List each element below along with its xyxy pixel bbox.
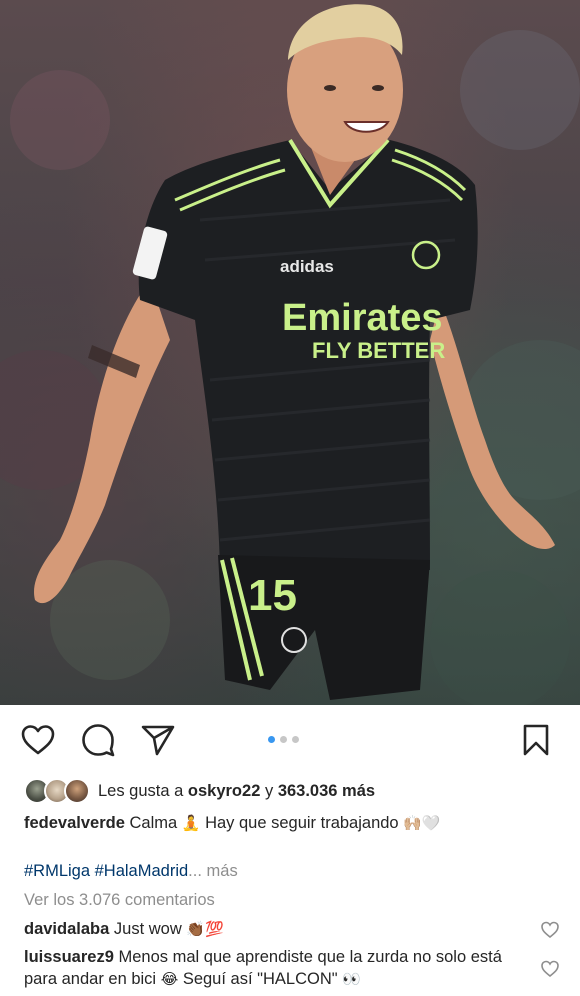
caption-emoji-2: 🙌🏼🤍 bbox=[403, 814, 441, 832]
share-button[interactable] bbox=[140, 722, 176, 758]
caption-text-2: Hay que seguir trabajando bbox=[205, 814, 399, 832]
comment-emoji: 😂 bbox=[160, 970, 179, 988]
save-button[interactable] bbox=[518, 722, 554, 758]
comment-text-2: Seguí así "HALCON" bbox=[182, 970, 338, 988]
liker-username[interactable]: oskyro22 bbox=[188, 780, 260, 802]
jersey-sponsor-line2: FLY BETTER bbox=[312, 338, 445, 363]
view-comments-link[interactable]: Ver los 3.076 comentarios bbox=[24, 889, 560, 911]
comment-text: Just wow bbox=[113, 920, 182, 938]
caption-ellipsis: ... bbox=[188, 862, 202, 880]
comment-like-heart-icon[interactable] bbox=[540, 920, 560, 940]
avatar bbox=[64, 778, 90, 804]
likes-middle: y bbox=[264, 782, 274, 800]
likes-prefix: Les gusta a bbox=[98, 782, 184, 800]
heart-icon bbox=[21, 725, 55, 755]
caption: fedevalverde Calma 🧘 Hay que seguir trab… bbox=[24, 812, 560, 834]
action-bar bbox=[0, 718, 580, 762]
comment-item: luissuarez9 Menos mal que aprendiste que… bbox=[24, 946, 524, 990]
carousel-dot bbox=[280, 736, 287, 743]
bookmark-icon bbox=[523, 724, 549, 756]
likes-count[interactable]: 363.036 más bbox=[278, 780, 375, 802]
share-icon bbox=[141, 725, 175, 756]
player-illustration: adidas Emirates FLY BETTER 15 bbox=[0, 4, 580, 705]
caption-text: Calma bbox=[129, 814, 178, 832]
hashtag-links[interactable]: #RMLiga #HalaMadrid bbox=[24, 862, 188, 880]
carousel-dot bbox=[268, 736, 275, 743]
caption-emoji: 🧘 bbox=[181, 814, 201, 832]
comment-emoji-2: 👀 bbox=[342, 970, 361, 988]
caption-username[interactable]: fedevalverde bbox=[24, 814, 125, 832]
likes-summary[interactable]: Les gusta a oskyro22 y 363.036 más bbox=[24, 778, 560, 804]
comment-item: davidalaba Just wow 👏🏾💯 bbox=[24, 918, 560, 940]
more-link[interactable]: más bbox=[207, 862, 238, 880]
post-image[interactable]: adidas Emirates FLY BETTER 15 bbox=[0, 0, 580, 705]
comment-icon bbox=[82, 724, 115, 757]
comment-emoji: 👏🏾💯 bbox=[186, 920, 224, 938]
shorts-number: 15 bbox=[248, 571, 297, 620]
comment-username[interactable]: davidalaba bbox=[24, 920, 109, 938]
carousel-indicator bbox=[268, 736, 299, 743]
carousel-dot bbox=[292, 736, 299, 743]
jersey-sponsor-line1: Emirates bbox=[282, 297, 443, 339]
comment-like-heart-icon[interactable] bbox=[540, 959, 560, 979]
comment-button[interactable] bbox=[80, 722, 116, 758]
comment-username[interactable]: luissuarez9 bbox=[24, 948, 114, 966]
jersey-brand: adidas bbox=[280, 257, 334, 276]
like-button[interactable] bbox=[20, 722, 56, 758]
hashtags: #RMLiga #HalaMadrid... más bbox=[24, 860, 560, 882]
liker-avatars bbox=[24, 778, 92, 804]
